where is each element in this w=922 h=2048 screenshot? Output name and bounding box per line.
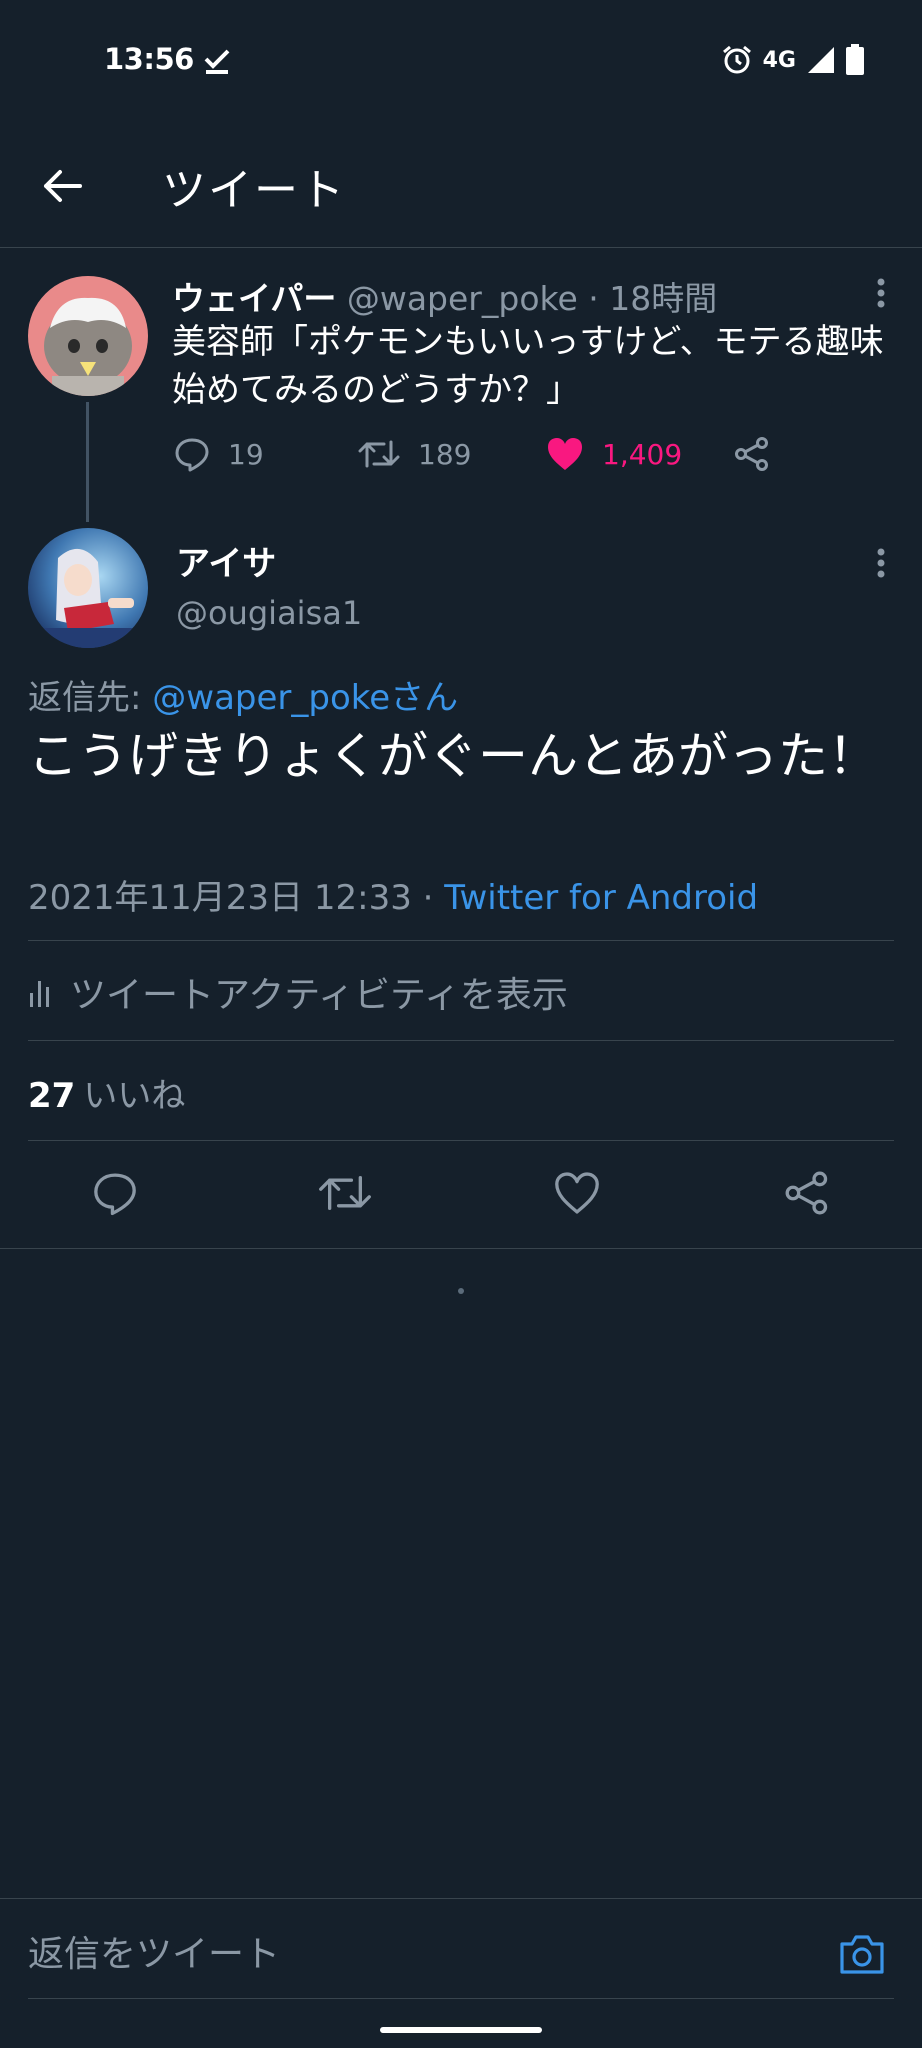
more-options-icon[interactable] [876,278,886,308]
likes-count: 27 [28,1076,76,1116]
author-avatar[interactable] [28,528,148,648]
parent-tweet-actions: 19 189 1,409 [174,436,794,476]
retweet-icon [358,436,400,472]
thread-line [86,402,89,522]
divider [0,1248,922,1249]
download-done-icon [202,46,232,76]
home-indicator[interactable] [380,2027,542,2033]
signal-icon [806,45,836,75]
reply-prefix: 返信先: [28,678,153,718]
reply-button[interactable] [92,1170,138,1216]
reply-button[interactable]: 19 [174,436,264,472]
reply-context: 返信先: @waper_pokeさん [28,670,458,719]
tweet-meta: 2021年11月23日 12:33 · Twitter for Android [28,870,758,919]
reply-mention-link[interactable]: @waper_pokeさん [152,678,458,718]
tweet-timestamp: 2021年11月23日 12:33 [28,878,412,918]
battery-icon [844,44,866,76]
page-title: ツイート [162,165,346,216]
back-arrow-icon[interactable] [40,164,84,208]
like-count: 1,409 [602,437,683,471]
parent-author-handle[interactable]: @waper_poke [347,279,578,318]
main-tweet-actions [0,1170,922,1220]
share-button[interactable] [784,1170,830,1216]
tweet-source-link[interactable]: Twitter for Android [444,878,758,918]
parent-author-name[interactable]: ウェイパー [172,279,336,318]
meta-separator: · [411,878,445,918]
composer-underline [28,1998,894,1999]
status-icons: 4G [721,44,866,76]
reply-icon [174,436,210,472]
share-icon [734,436,770,472]
author-handle[interactable]: @ougiaisa1 [176,594,362,632]
tweet-text: こうげきりょくがぐーんとあがった！ [28,727,878,785]
more-options-icon[interactable] [876,548,886,578]
share-button[interactable] [734,436,770,472]
heart-filled-icon [546,436,584,472]
parent-tweet-header: ウェイパー @waper_poke · 18時間 [172,272,717,320]
divider [28,1140,894,1141]
author-name[interactable]: アイサ [176,536,276,585]
like-button[interactable]: 1,409 [546,436,682,472]
likes-label: いいね [83,1076,186,1116]
header-divider [0,247,922,248]
divider [28,1040,894,1041]
retweet-icon [318,1170,372,1216]
parent-time: 18時間 [609,279,718,318]
heart-icon [553,1170,601,1216]
share-icon [784,1170,830,1216]
like-button[interactable] [553,1170,601,1216]
parent-avatar[interactable] [28,276,148,396]
camera-icon[interactable] [838,1932,886,1976]
parent-separator: · [577,279,610,318]
status-time: 13:56 [104,42,194,76]
bar-chart-icon [28,975,52,1009]
likes-summary[interactable]: 27 いいね [28,1068,185,1117]
divider [28,940,894,941]
alarm-icon [721,44,753,76]
retweet-button[interactable]: 189 [358,436,471,472]
parent-tweet-text: 美容師「ポケモンもいいっすけど、モテる趣味始めてみるのどうすか？」 [172,322,884,410]
loading-dot [458,1288,464,1294]
tweet-activity-label: ツイートアクティビティを表示 [70,975,568,1016]
network-type: 4G [762,47,796,73]
reply-icon [92,1170,138,1216]
reply-count: 19 [228,437,264,471]
retweet-button[interactable] [318,1170,372,1216]
tweet-activity-button[interactable]: ツイートアクティビティを表示 [28,966,568,1018]
reply-input[interactable] [28,1926,788,1982]
retweet-count: 189 [418,437,472,471]
composer-divider [0,1898,922,1899]
